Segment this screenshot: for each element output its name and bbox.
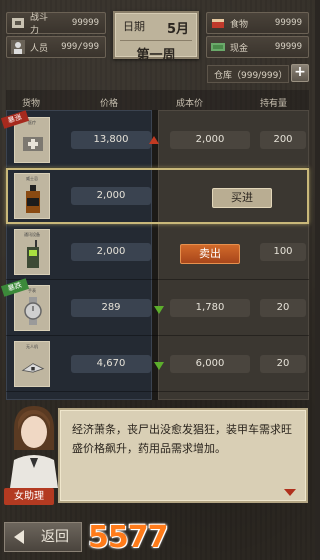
- watch-icon: [21, 296, 45, 326]
- food-value: 99999: [274, 18, 302, 28]
- column-price: 价格: [100, 99, 119, 109]
- back-arrow-icon[interactable]: [14, 530, 24, 544]
- assistant-avatar: [4, 400, 64, 488]
- speaker-name: 女助理: [4, 488, 54, 505]
- person-icon: [9, 38, 27, 56]
- food-icon: [209, 14, 227, 32]
- item-price: 13,800: [71, 131, 151, 149]
- cash-stat: 现金 99999: [206, 36, 309, 58]
- cash-icon: [209, 38, 227, 56]
- people-value: 999/999: [61, 42, 99, 52]
- item-hold: 100: [260, 243, 306, 261]
- item-name: 无人机: [26, 344, 38, 349]
- price-up-icon: [149, 136, 159, 144]
- dialog-text: 经济萧条，丧尸出没愈发猖狂，装甲车需求旺盛价格飙升，药用品需求增加。: [72, 423, 292, 455]
- table-row[interactable]: 医疗 暴涨 13,800 2,000 200: [0, 110, 309, 168]
- item-cost: 6,000: [170, 355, 250, 373]
- combat-power-label: 战斗力: [30, 13, 49, 36]
- item-card: 手表: [14, 285, 50, 331]
- date-month: 5月: [166, 22, 189, 37]
- item-card: 医疗: [14, 117, 50, 163]
- sell-button[interactable]: 卖出: [180, 244, 240, 264]
- date-week: 第一周: [136, 48, 176, 63]
- item-price: 289: [71, 299, 151, 317]
- combat-power-icon: [9, 14, 27, 32]
- column-item: 货物: [22, 99, 41, 109]
- cash-value: 99999: [274, 42, 302, 52]
- item-card: 通讯设备: [14, 229, 50, 275]
- buy-button[interactable]: 买进: [212, 188, 272, 208]
- table-row[interactable]: 无人机 4,670 6,000 20: [6, 336, 309, 392]
- item-card: 无人机: [14, 341, 50, 387]
- item-price: 2,000: [71, 243, 151, 261]
- site-watermark: 5577: [88, 520, 169, 555]
- item-name: 通讯设备: [24, 232, 40, 237]
- table-row[interactable]: 通讯设备 2,000 100: [6, 224, 309, 280]
- price-down-icon: [154, 306, 164, 314]
- price-down-icon: [154, 362, 164, 370]
- cash-label: 现金: [230, 43, 249, 54]
- radio-icon: [21, 240, 45, 270]
- people-stat: 人员 999/999: [6, 36, 106, 58]
- warehouse-capacity[interactable]: 仓库（999/999）: [207, 65, 289, 83]
- column-hold: 持有量: [260, 99, 288, 109]
- medical-kit-icon: [21, 128, 45, 158]
- drone-icon: [21, 352, 45, 382]
- column-cost: 成本价: [176, 99, 204, 109]
- item-hold: 20: [260, 299, 306, 317]
- combat-power-stat: 战斗力 99999: [6, 12, 106, 36]
- combat-power-value: 99999: [71, 18, 99, 28]
- date-panel: 日期 5月 第一周: [113, 11, 199, 63]
- food-stat: 食物 99999: [206, 12, 309, 34]
- item-hold: 20: [260, 355, 306, 373]
- expand-warehouse-button[interactable]: +: [291, 64, 309, 82]
- item-cost: 1,780: [170, 299, 250, 317]
- next-arrow-icon[interactable]: [284, 489, 296, 496]
- date-label: 日期: [123, 20, 145, 33]
- people-label: 人员: [30, 43, 49, 54]
- food-label: 食物: [230, 19, 249, 30]
- item-price: 4,670: [71, 355, 151, 373]
- table-row[interactable]: 手表 暴跌 289 1,780 20: [0, 278, 309, 336]
- item-hold: 200: [260, 131, 306, 149]
- item-cost: 2,000: [170, 131, 250, 149]
